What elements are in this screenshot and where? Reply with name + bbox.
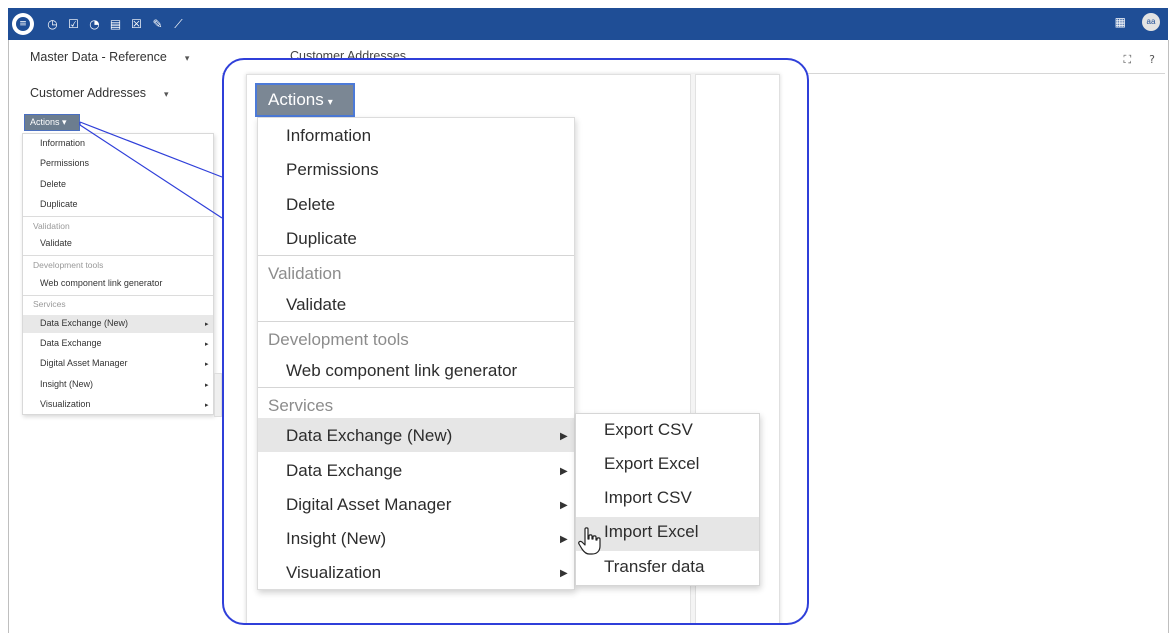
pin-icon[interactable]: ✎: [147, 13, 168, 35]
menu-item-insight-new[interactable]: Insight (New): [286, 529, 386, 549]
chevron-right-icon: ▶: [560, 431, 568, 442]
submenu-item-export-csv[interactable]: Export CSV: [604, 420, 693, 440]
menu-header-validation: Validation: [268, 264, 342, 283]
menu-item-data-exchange[interactable]: Data Exchange: [40, 338, 102, 348]
table-selector[interactable]: Customer Addresses ▾: [30, 86, 169, 100]
dataspace-label: Master Data - Reference: [30, 50, 167, 64]
menu-item-digital-asset-manager[interactable]: Digital Asset Manager: [40, 358, 128, 368]
chevron-down-icon: ▾: [164, 89, 169, 99]
chevron-right-icon: ▶: [560, 466, 568, 477]
menu-item-web-component-link-generator[interactable]: Web component link generator: [40, 278, 162, 288]
menu-item-delete[interactable]: Delete: [286, 195, 335, 215]
help-icon[interactable]: ?: [1149, 53, 1155, 67]
page-frame-left: [8, 40, 9, 633]
menu-header-development-tools: Development tools: [268, 330, 409, 349]
wrench-icon[interactable]: ⟋: [168, 13, 189, 35]
chevron-right-icon: ▶: [560, 500, 568, 511]
menu-item-duplicate[interactable]: Duplicate: [286, 229, 357, 249]
submenu-item-import-csv[interactable]: Import CSV: [604, 488, 692, 508]
avatar[interactable]: aa: [1142, 13, 1160, 31]
menu-item-delete[interactable]: Delete: [40, 179, 66, 189]
submenu-item-transfer-data[interactable]: Transfer data: [604, 557, 704, 577]
page-frame-right: [1168, 40, 1169, 633]
menu-item-duplicate[interactable]: Duplicate: [40, 199, 78, 209]
submenu-item-export-excel[interactable]: Export Excel: [604, 454, 699, 474]
chevron-right-icon: ▶: [560, 534, 568, 545]
zoom-callout: Actions ▾ Information Permissions Delete …: [222, 58, 809, 625]
submenu-item-import-excel[interactable]: Import Excel: [604, 522, 698, 542]
chevron-right-icon: ▶: [560, 568, 568, 579]
menu-item-data-exchange[interactable]: Data Exchange: [286, 461, 402, 481]
chevron-right-icon: ▸: [205, 321, 209, 328]
menu-item-information[interactable]: Information: [286, 126, 371, 146]
clock-icon[interactable]: ◷: [42, 13, 63, 35]
menu-divider: [23, 216, 213, 217]
menu-item-digital-asset-manager[interactable]: Digital Asset Manager: [286, 495, 451, 515]
menu-item-insight-new[interactable]: Insight (New): [40, 379, 93, 389]
menu-item-permissions[interactable]: Permissions: [40, 158, 89, 168]
chevron-down-icon: ▾: [327, 97, 333, 108]
menu-item-validate[interactable]: Validate: [40, 238, 72, 248]
task-icon[interactable]: ☒: [126, 13, 147, 35]
menu-item-visualization[interactable]: Visualization: [40, 399, 90, 409]
data-model-icon[interactable]: ▤: [105, 13, 126, 35]
actions-menu: Information Permissions Delete Duplicate…: [257, 117, 575, 590]
table-label: Customer Addresses: [30, 86, 147, 100]
menu-item-validate[interactable]: Validate: [286, 295, 346, 315]
menu-divider: [258, 321, 574, 322]
fullscreen-icon[interactable]: ⛶: [1123, 53, 1131, 67]
submenu-edge-small: [214, 373, 222, 417]
menu-divider: [258, 387, 574, 388]
list-icon[interactable]: ▦: [1115, 15, 1126, 29]
hand-cursor-icon: [578, 527, 601, 555]
menu-item-information[interactable]: Information: [40, 138, 85, 148]
top-navigation-bar: ≡ ◷ ☑ ◔ ▤ ☒ ✎ ⟋ ▦ aa: [8, 8, 1168, 40]
checkbox-icon[interactable]: ☑: [63, 13, 84, 35]
menu-divider: [258, 255, 574, 256]
actions-button-small[interactable]: Actions ▾: [24, 114, 80, 131]
actions-button[interactable]: Actions ▾: [255, 83, 355, 117]
database-icon[interactable]: ≡: [12, 13, 34, 35]
menu-item-data-exchange-new[interactable]: Data Exchange (New): [286, 426, 452, 446]
menu-header-services: Services: [268, 396, 334, 415]
menu-header-development-tools: Development tools: [33, 260, 104, 270]
screenshot-stage: ≡ ◷ ☑ ◔ ▤ ☒ ✎ ⟋ ▦ aa Master Data - Refer…: [0, 0, 1175, 633]
dashboard-icon[interactable]: ◔: [84, 13, 105, 35]
data-exchange-submenu: Export CSV Export Excel Import CSV Impor…: [575, 413, 760, 586]
chevron-right-icon: ▸: [205, 402, 209, 409]
chevron-right-icon: ▸: [205, 341, 209, 348]
menu-item-web-component-link-generator[interactable]: Web component link generator: [286, 361, 517, 381]
chevron-down-icon: ▾: [184, 53, 190, 63]
menu-header-services: Services: [33, 299, 66, 309]
chevron-right-icon: ▸: [205, 361, 209, 368]
menu-item-visualization[interactable]: Visualization: [286, 563, 381, 583]
dataspace-selector[interactable]: Master Data - Reference ▾: [30, 50, 189, 64]
menu-item-data-exchange-new[interactable]: Data Exchange (New): [40, 318, 128, 328]
menu-divider: [23, 255, 213, 256]
chevron-right-icon: ▸: [205, 382, 209, 389]
menu-header-validation: Validation: [33, 221, 70, 231]
menu-item-permissions[interactable]: Permissions: [286, 160, 379, 180]
actions-menu-small: Information Permissions Delete Duplicate…: [22, 133, 214, 415]
menu-divider: [23, 295, 213, 296]
